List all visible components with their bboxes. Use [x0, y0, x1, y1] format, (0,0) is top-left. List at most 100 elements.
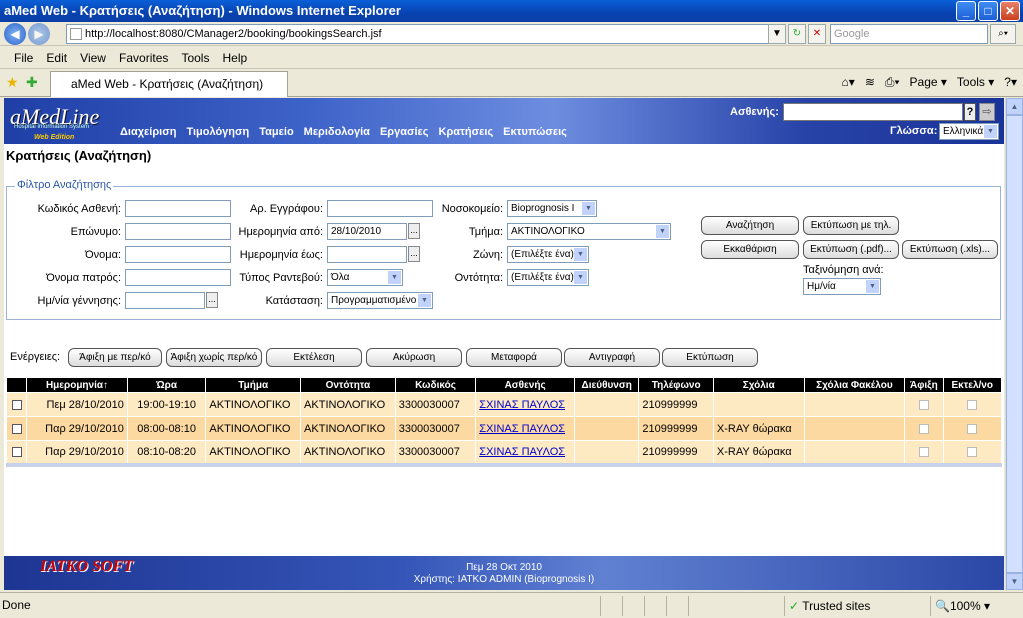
zone-select[interactable]: (Επιλέξτε ένα) [507, 246, 589, 263]
url-field[interactable]: http://localhost:8080/CManager2/booking/… [66, 24, 782, 44]
scroll-thumb[interactable] [1006, 115, 1023, 573]
col-time[interactable]: Ώρα [126, 377, 207, 393]
nav-prints[interactable]: Εκτυπώσεις [503, 126, 567, 138]
row-checkbox[interactable] [11, 399, 22, 410]
minimize-button[interactable]: _ [956, 1, 976, 21]
menu-favorites[interactable]: Favorites [119, 51, 168, 65]
table-row[interactable]: Παρ 29/10/2010 08:10-08:20 ΑΚΤΙΝΟΛΟΓΙΚΟ … [5, 440, 1003, 467]
arrival-with-referral-button[interactable]: Άφιξη με περ/κό [68, 348, 162, 367]
col-date[interactable]: Ημερομηνία↑ [26, 377, 128, 393]
scroll-down-icon[interactable]: ▼ [1006, 573, 1023, 590]
transfer-button[interactable]: Μεταφορά [466, 348, 562, 367]
tools-menu[interactable]: Tools ▾ [957, 73, 994, 91]
col-entity[interactable]: Οντότητα [300, 377, 396, 393]
url-dropdown-icon[interactable]: ▼ [768, 24, 786, 44]
search-button[interactable]: Αναζήτηση [701, 216, 799, 235]
patient-code-field[interactable] [125, 200, 231, 217]
print-pdf-button[interactable]: Εκτύπωση (.pdf)... [803, 240, 899, 259]
search-input[interactable]: Google [830, 24, 988, 44]
col-arrival[interactable]: Άφιξη [904, 377, 944, 393]
menu-view[interactable]: View [80, 51, 106, 65]
language-select[interactable]: Ελληνικά [939, 123, 999, 140]
entity-select[interactable]: (Επιλέξτε ένα) [507, 269, 589, 286]
back-icon[interactable]: ◀ [4, 23, 26, 45]
row-checkbox[interactable] [11, 423, 22, 434]
col-dept[interactable]: Τμήμα [205, 377, 302, 393]
sort-label: Ταξινόμηση ανά: [803, 264, 884, 276]
nav-billing[interactable]: Τιμολόγηση [186, 126, 249, 138]
print-icon[interactable]: ⎙▾ [885, 73, 900, 91]
print-xls-button[interactable]: Εκτύπωση (.xls)... [902, 240, 998, 259]
patient-input[interactable] [783, 103, 963, 121]
executed-checkbox[interactable] [967, 446, 978, 457]
stop-icon[interactable]: ✕ [808, 24, 826, 44]
maximize-button[interactable]: □ [978, 1, 998, 21]
surname-label: Επώνυμο: [70, 226, 121, 238]
tab-active[interactable]: aMed Web - Κρατήσεις (Αναζήτηση) [50, 71, 288, 97]
executed-checkbox[interactable] [967, 423, 978, 434]
patient-link[interactable]: ΣΧΙΝΑΣ ΠΑΥΛΟΣ [479, 399, 565, 411]
father-name-field[interactable] [125, 269, 231, 286]
page-menu[interactable]: Page ▾ [910, 73, 947, 91]
date-to-picker-button[interactable]: ... [408, 246, 420, 262]
col-folder-comments[interactable]: Σχόλια Φακέλου [803, 377, 906, 393]
close-button[interactable]: ✕ [1000, 1, 1020, 21]
col-patient[interactable]: Ασθενής [475, 377, 575, 393]
col-comments[interactable]: Σχόλια [712, 377, 805, 393]
search-icon[interactable]: ⌕▾ [990, 24, 1016, 44]
vertical-scrollbar[interactable]: ▲ ▼ [1005, 98, 1023, 590]
scroll-up-icon[interactable]: ▲ [1006, 98, 1023, 115]
row-checkbox[interactable] [11, 446, 22, 457]
name-field[interactable] [125, 246, 231, 263]
print-phone-button[interactable]: Εκτύπωση με τηλ. [803, 216, 899, 235]
date-to-field[interactable] [327, 246, 407, 263]
appt-type-select[interactable]: Όλα [327, 269, 403, 286]
refresh-icon[interactable]: ↻ [788, 24, 806, 44]
arrival-checkbox[interactable] [918, 399, 929, 410]
date-from-picker-button[interactable]: ... [408, 223, 420, 239]
table-row[interactable]: Πεμ 28/10/2010 19:00-19:10 ΑΚΤΙΝΟΛΟΓΙΚΟ … [5, 392, 1003, 417]
hospital-select[interactable]: Bioprognosis I [507, 200, 597, 217]
sort-select[interactable]: Ημ/νία [803, 278, 881, 295]
nav-cashier[interactable]: Ταμείο [259, 126, 293, 138]
table-row[interactable]: Παρ 29/10/2010 08:00-08:10 ΑΚΤΙΝΟΛΟΓΙΚΟ … [5, 416, 1003, 441]
nav-admin[interactable]: Διαχείριση [120, 126, 176, 138]
arrival-checkbox[interactable] [918, 423, 929, 434]
nav-tasks[interactable]: Εργασίες [380, 126, 429, 138]
cancel-booking-button[interactable]: Ακύρωση [366, 348, 462, 367]
copy-button[interactable]: Αντιγραφή [564, 348, 660, 367]
forward-icon[interactable]: ▶ [28, 23, 50, 45]
menu-tools[interactable]: Tools [181, 51, 209, 65]
menu-help[interactable]: Help [223, 51, 248, 65]
birth-date-field[interactable] [125, 292, 205, 309]
status-select[interactable]: Προγραμματισμένο [327, 292, 433, 309]
clear-button[interactable]: Εκκαθάριση [701, 240, 799, 259]
col-address[interactable]: Διεύθυνση [573, 377, 640, 393]
surname-field[interactable] [125, 223, 231, 240]
col-phone[interactable]: Τηλέφωνο [638, 377, 714, 393]
home-icon[interactable]: ⌂▾ [842, 73, 855, 91]
execute-button[interactable]: Εκτέλεση [266, 348, 362, 367]
patient-link[interactable]: ΣΧΙΝΑΣ ΠΑΥΛΟΣ [479, 423, 565, 435]
patient-link[interactable]: ΣΧΙΝΑΣ ΠΑΥΛΟΣ [479, 446, 565, 458]
doc-no-field[interactable] [327, 200, 433, 217]
zoom-control[interactable]: 🔍100% ▾ [930, 596, 1016, 616]
add-favorite-icon[interactable]: ✚ [26, 74, 38, 91]
col-executed[interactable]: Εκτελ/νο [942, 377, 1003, 393]
feeds-icon[interactable]: ≋ [865, 73, 875, 91]
arrival-without-referral-button[interactable]: Άφιξη χωρίς περ/κό [166, 348, 262, 367]
patient-help-button[interactable]: ? [964, 103, 976, 121]
nav-shares[interactable]: Μεριδολογία [304, 126, 370, 138]
print-button[interactable]: Εκτύπωση [662, 348, 758, 367]
menu-edit[interactable]: Edit [46, 51, 67, 65]
col-code[interactable]: Κωδικός [394, 377, 477, 393]
nav-bookings[interactable]: Κρατήσεις [439, 126, 494, 138]
arrival-checkbox[interactable] [918, 446, 929, 457]
patient-go-button[interactable]: ⇨ [979, 103, 995, 121]
executed-checkbox[interactable] [967, 399, 978, 410]
favorites-star-icon[interactable]: ★ [6, 74, 19, 91]
help-icon[interactable]: ?▾ [1004, 73, 1017, 91]
date-from-field[interactable]: 28/10/2010 [327, 223, 407, 240]
dept-select[interactable]: ΑΚΤΙΝΟΛΟΓΙΚΟ [507, 223, 671, 240]
menu-file[interactable]: File [14, 51, 33, 65]
